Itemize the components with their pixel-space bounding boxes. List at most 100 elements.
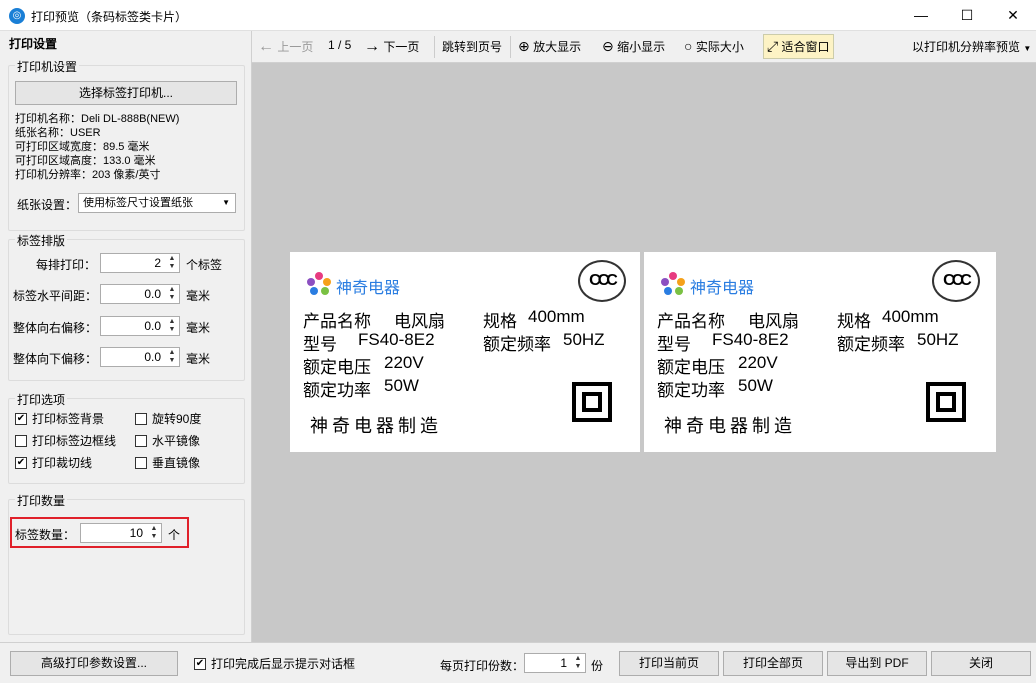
- spin-arrows-icon[interactable]: ▲ ▼: [148, 525, 160, 541]
- quantity-input[interactable]: 10 ▲ ▼: [80, 523, 162, 543]
- bottom-bar: 高级打印参数设置... ✔ 打印完成后显示提示对话框 每页打印份数： 1 ▲ ▼ …: [0, 642, 1036, 683]
- model-label: 型号: [657, 335, 691, 354]
- maximize-button[interactable]: ☐: [944, 0, 990, 31]
- print-quantity-group: 打印数量 标签数量： 10 ▲ ▼ 个: [8, 492, 245, 635]
- select-printer-button[interactable]: 选择标签打印机...: [15, 81, 237, 105]
- right-offset-input[interactable]: 0.0 ▲ ▼: [100, 316, 180, 336]
- close-window-button[interactable]: ✕: [990, 0, 1036, 31]
- voltage-value: 220V: [738, 353, 778, 372]
- voltage-label: 额定电压: [303, 358, 371, 377]
- print-border-checkbox[interactable]: 打印标签边框线: [15, 434, 116, 448]
- copies-unit: 份: [591, 659, 604, 673]
- spin-arrows-icon[interactable]: ▲ ▼: [166, 349, 178, 365]
- printer-app-icon: ◎: [9, 8, 25, 24]
- product-name-label: 产品名称: [657, 312, 725, 331]
- h-mirror-label: 水平镜像: [152, 434, 201, 448]
- down-offset-input[interactable]: 0.0 ▲ ▼: [100, 347, 180, 367]
- actual-size-button[interactable]: ○ 实际大小: [684, 38, 744, 55]
- print-all-button[interactable]: 打印全部页: [723, 651, 823, 676]
- h-gap-unit: 毫米: [186, 289, 211, 303]
- rotate90-checkbox[interactable]: 旋转90度: [135, 412, 201, 426]
- toolbar-divider: [510, 36, 511, 58]
- paper-setting-select[interactable]: 使用标签尺寸设置纸张 ▼: [78, 193, 236, 213]
- advanced-settings-button[interactable]: 高级打印参数设置...: [10, 651, 178, 676]
- power-label: 额定功率: [303, 381, 371, 400]
- right-offset-unit: 毫米: [186, 321, 211, 335]
- goto-page-button[interactable]: 跳转到页号: [442, 38, 502, 55]
- spec-value: 400mm: [882, 307, 939, 326]
- v-mirror-checkbox[interactable]: 垂直镜像: [135, 456, 200, 470]
- double-insulation-icon: [572, 382, 612, 422]
- zoom-in-icon: ⊕: [518, 38, 530, 54]
- print-current-button[interactable]: 打印当前页: [619, 651, 719, 676]
- resolution-preview-label: 以打印机分辨率预览: [912, 40, 1021, 54]
- h-mirror-checkbox[interactable]: 水平镜像: [135, 434, 200, 448]
- print-border-label: 打印标签边框线: [32, 434, 117, 448]
- printer-settings-group: 打印机设置 选择标签打印机... 打印机名称：Deli DL-888B(NEW)…: [8, 58, 245, 231]
- double-insulation-icon: [926, 382, 966, 422]
- fit-window-label: 适合窗口: [781, 40, 830, 54]
- quantity-value: 10: [129, 526, 143, 540]
- show-dialog-checkbox[interactable]: ✔ 打印完成后显示提示对话框: [194, 657, 355, 671]
- paper-setting-value: 使用标签尺寸设置纸张: [83, 197, 193, 209]
- printer-name-text: 打印机名称：Deli DL-888B(NEW): [15, 113, 180, 125]
- export-pdf-button[interactable]: 导出到 PDF: [827, 651, 927, 676]
- preview-toolbar: ← 上一页 1 / 5 → 下一页 跳转到页号 ⊕ 放大显示 ⊖ 缩小显示 ○ …: [252, 31, 1036, 63]
- product-name-label: 产品名称: [303, 312, 371, 331]
- power-value: 50W: [384, 376, 419, 395]
- window-title: 打印预览（条码标签类卡片）: [31, 10, 188, 24]
- product-name-value: 电风扇: [394, 312, 445, 331]
- per-row-input[interactable]: 2 ▲ ▼: [100, 253, 180, 273]
- quantity-label: 标签数量：: [15, 528, 76, 542]
- label-layout-group: 标签排版 每排打印： 2 ▲ ▼ 个标签 标签水平间距： 0.0 ▲ ▼ 毫米 整体…: [8, 232, 245, 381]
- power-label: 额定功率: [657, 381, 725, 400]
- group-title: 标签排版: [15, 232, 68, 249]
- preview-area: 神奇电器 CCC 产品名称 电风扇 型号 FS40-8E2 额定电压 220V …: [252, 63, 1036, 642]
- spin-arrows-icon[interactable]: ▲ ▼: [166, 318, 178, 334]
- checkbox-checked-icon: ✔: [15, 457, 27, 469]
- spec-label: 规格: [483, 312, 517, 331]
- zoom-out-icon: ⊖: [602, 38, 614, 54]
- fit-window-button[interactable]: ⤢ 适合窗口: [763, 34, 834, 59]
- prev-page-button[interactable]: ← 上一页: [258, 38, 313, 56]
- checkbox-unchecked-icon: [135, 413, 147, 425]
- print-width-text: 可打印区域宽度：89.5 毫米: [15, 141, 150, 153]
- down-offset-unit: 毫米: [186, 352, 211, 366]
- title-bar: ◎ 打印预览（条码标签类卡片） — ☐ ✕: [0, 0, 1036, 31]
- copies-input[interactable]: 1 ▲ ▼: [524, 653, 586, 673]
- frequency-label: 额定频率: [483, 335, 551, 354]
- print-bg-checkbox[interactable]: ✔ 打印标签背景: [15, 412, 104, 426]
- group-title: 打印数量: [15, 492, 68, 509]
- down-offset-value: 0.0: [144, 350, 161, 364]
- next-page-button[interactable]: → 下一页: [364, 38, 419, 56]
- zoom-out-button[interactable]: ⊖ 缩小显示: [602, 38, 665, 55]
- frequency-value: 50HZ: [917, 330, 959, 349]
- group-title: 打印机设置: [15, 58, 80, 75]
- zoom-in-button[interactable]: ⊕ 放大显示: [518, 38, 581, 55]
- chevron-down-icon: ▼: [1023, 44, 1032, 53]
- model-value: FS40-8E2: [358, 330, 435, 349]
- resolution-preview-dropdown[interactable]: 以打印机分辨率预览 ▼: [912, 38, 1031, 55]
- brand-name: 神奇电器: [690, 280, 755, 297]
- label-card: 神奇电器 CCC 产品名称 电风扇 型号 FS40-8E2 额定电压 220V …: [290, 252, 640, 452]
- right-offset-label: 整体向右偏移：: [13, 321, 98, 335]
- minimize-button[interactable]: —: [898, 0, 944, 31]
- brand-logo-icon: [660, 272, 686, 298]
- h-gap-input[interactable]: 0.0 ▲ ▼: [100, 284, 180, 304]
- model-value: FS40-8E2: [712, 330, 789, 349]
- actual-size-label: 实际大小: [695, 40, 744, 54]
- print-cut-checkbox[interactable]: ✔ 打印裁切线: [15, 456, 92, 470]
- arrow-left-icon: ←: [258, 38, 274, 55]
- page-indicator: 1 / 5: [328, 38, 352, 52]
- per-row-value: 2: [154, 256, 161, 270]
- spin-arrows-icon[interactable]: ▲ ▼: [166, 255, 178, 271]
- print-bg-label: 打印标签背景: [32, 412, 105, 426]
- spin-arrows-icon[interactable]: ▲ ▼: [166, 286, 178, 302]
- voltage-value: 220V: [384, 353, 424, 372]
- quantity-unit: 个: [168, 528, 181, 542]
- spin-arrows-icon[interactable]: ▲ ▼: [572, 655, 584, 671]
- close-button[interactable]: 关闭: [931, 651, 1031, 676]
- resolution-text: 打印机分辨率：203 像素/英寸: [15, 169, 161, 181]
- down-offset-label: 整体向下偏移：: [13, 352, 98, 366]
- checkbox-unchecked-icon: [135, 435, 147, 447]
